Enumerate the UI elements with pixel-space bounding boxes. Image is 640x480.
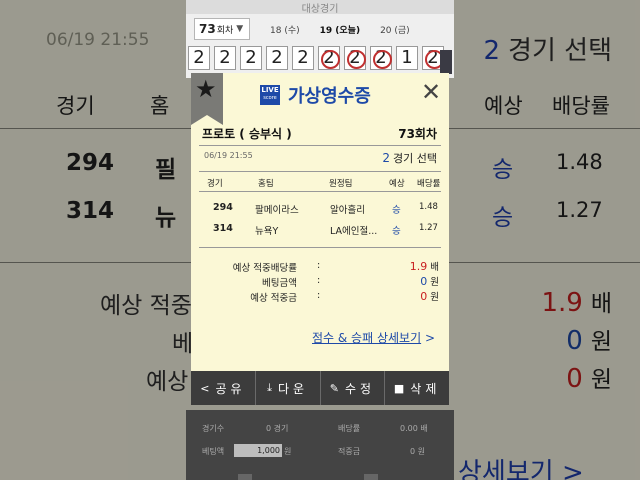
pick-cell-selected[interactable]: 2 bbox=[370, 46, 392, 70]
games-value: 0 경기 bbox=[266, 424, 289, 433]
bet-unit: 원 bbox=[284, 447, 292, 456]
round-number: 73회차 bbox=[398, 127, 437, 141]
header-odds: 배당률 bbox=[417, 179, 441, 189]
livescore-logo: LIVE score bbox=[260, 85, 280, 105]
star-icon: ★ bbox=[195, 75, 217, 103]
round-strip: 대상경기 73 회차 ▼ 18 (수) 19 (오늘) 20 (금) 2 2 2 2… bbox=[186, 0, 454, 78]
pick-cell[interactable]: 2 bbox=[188, 46, 210, 70]
selected-count: 2 경기 선택 bbox=[382, 151, 437, 165]
nav-bar bbox=[186, 472, 454, 480]
round-tabs: 73 회차 ▼ 18 (수) 19 (오늘) 20 (금) bbox=[186, 16, 454, 42]
tab-day-20[interactable]: 20 (금) bbox=[380, 23, 410, 36]
share-icon: < bbox=[200, 381, 210, 395]
win-value: 0 원 bbox=[410, 447, 425, 456]
strip-top-label: 대상경기 bbox=[186, 0, 454, 15]
bet-label: 베팅액 bbox=[202, 447, 225, 456]
divider bbox=[199, 145, 441, 146]
pencil-icon: ✎ bbox=[329, 381, 339, 395]
divider bbox=[199, 191, 441, 192]
win-label: 적중금 bbox=[338, 447, 361, 456]
pick-cell[interactable]: 2 bbox=[240, 46, 262, 70]
summary-value-odds: 1.9 배 bbox=[409, 260, 439, 273]
action-bar: < 공유 ⤓ 다운 ✎ 수정 ■ 삭제 bbox=[191, 371, 449, 405]
table-row: 294 팔메이라스 알아흘리 승 1.48 bbox=[213, 202, 438, 216]
download-icon: ⤓ bbox=[267, 381, 273, 394]
odds-label: 배당률 bbox=[338, 424, 361, 433]
table-row: 314 뉴욕Y LA에인절... 승 1.27 bbox=[213, 223, 438, 237]
round-dropdown[interactable]: 73 회차 ▼ bbox=[194, 18, 250, 40]
pick-cell-selected[interactable]: 2 bbox=[318, 46, 340, 70]
pick-row: 2 2 2 2 2 2 2 2 1 2 bbox=[188, 46, 448, 70]
header-game: 경기 bbox=[207, 179, 223, 189]
bottom-summary-bar: 경기수 0 경기 배당률 0.00 배 베팅액 1,000 원 적중금 0 원 bbox=[186, 410, 454, 480]
pick-cell[interactable]: 2 bbox=[214, 46, 236, 70]
nav-icon[interactable] bbox=[238, 474, 252, 480]
receipt-date: 06/19 21:55 bbox=[204, 151, 253, 160]
summary-value-win: 0원 bbox=[420, 290, 439, 303]
share-button[interactable]: < 공유 bbox=[191, 371, 256, 405]
summary-label-odds: 예상 적중배당률 bbox=[232, 263, 297, 274]
chevron-down-icon: ▼ bbox=[236, 24, 244, 34]
close-button[interactable]: ✕ bbox=[419, 78, 443, 106]
divider bbox=[199, 247, 441, 248]
nav-icon[interactable] bbox=[364, 474, 378, 480]
game-type: 프로토 ( 승부식 ) bbox=[202, 127, 292, 141]
tab-day-19[interactable]: 19 (오늘) bbox=[320, 23, 360, 36]
virtual-receipt-modal: ★ LIVE score 가상영수증 ✕ 프로토 ( 승부식 ) 73회차 06… bbox=[191, 73, 449, 371]
pick-cell-selected[interactable]: 2 bbox=[344, 46, 366, 70]
score-detail-link[interactable]: 점수 & 승패 상세보기 > bbox=[312, 329, 435, 346]
summary-label-win: 예상 적중금 bbox=[250, 293, 297, 304]
summary-label-bet: 베팅금액 bbox=[262, 278, 297, 289]
pick-cell[interactable]: 1 bbox=[396, 46, 418, 70]
divider bbox=[199, 171, 441, 172]
header-pred: 예상 bbox=[389, 179, 405, 189]
games-label: 경기수 bbox=[202, 424, 225, 433]
chevron-right-icon: > bbox=[424, 331, 435, 345]
favorite-tab[interactable]: ★ bbox=[191, 73, 223, 125]
summary-value-bet: 0원 bbox=[420, 275, 439, 288]
header-home: 홈팀 bbox=[258, 179, 274, 189]
close-icon: ✕ bbox=[420, 78, 442, 106]
trash-icon: ■ bbox=[393, 381, 405, 395]
delete-button[interactable]: ■ 삭제 bbox=[385, 371, 449, 405]
pick-cell[interactable]: 2 bbox=[266, 46, 288, 70]
modal-title: 가상영수증 bbox=[288, 86, 371, 107]
odds-value: 0.00 배 bbox=[400, 424, 428, 433]
edit-button[interactable]: ✎ 수정 bbox=[321, 371, 386, 405]
tab-day-18[interactable]: 18 (수) bbox=[270, 23, 300, 36]
bet-amount-input[interactable]: 1,000 bbox=[234, 444, 282, 457]
pick-cell[interactable]: 2 bbox=[292, 46, 314, 70]
scroll-arrow[interactable] bbox=[440, 50, 452, 74]
download-button[interactable]: ⤓ 다운 bbox=[256, 371, 321, 405]
header-away: 원정팀 bbox=[329, 179, 353, 189]
